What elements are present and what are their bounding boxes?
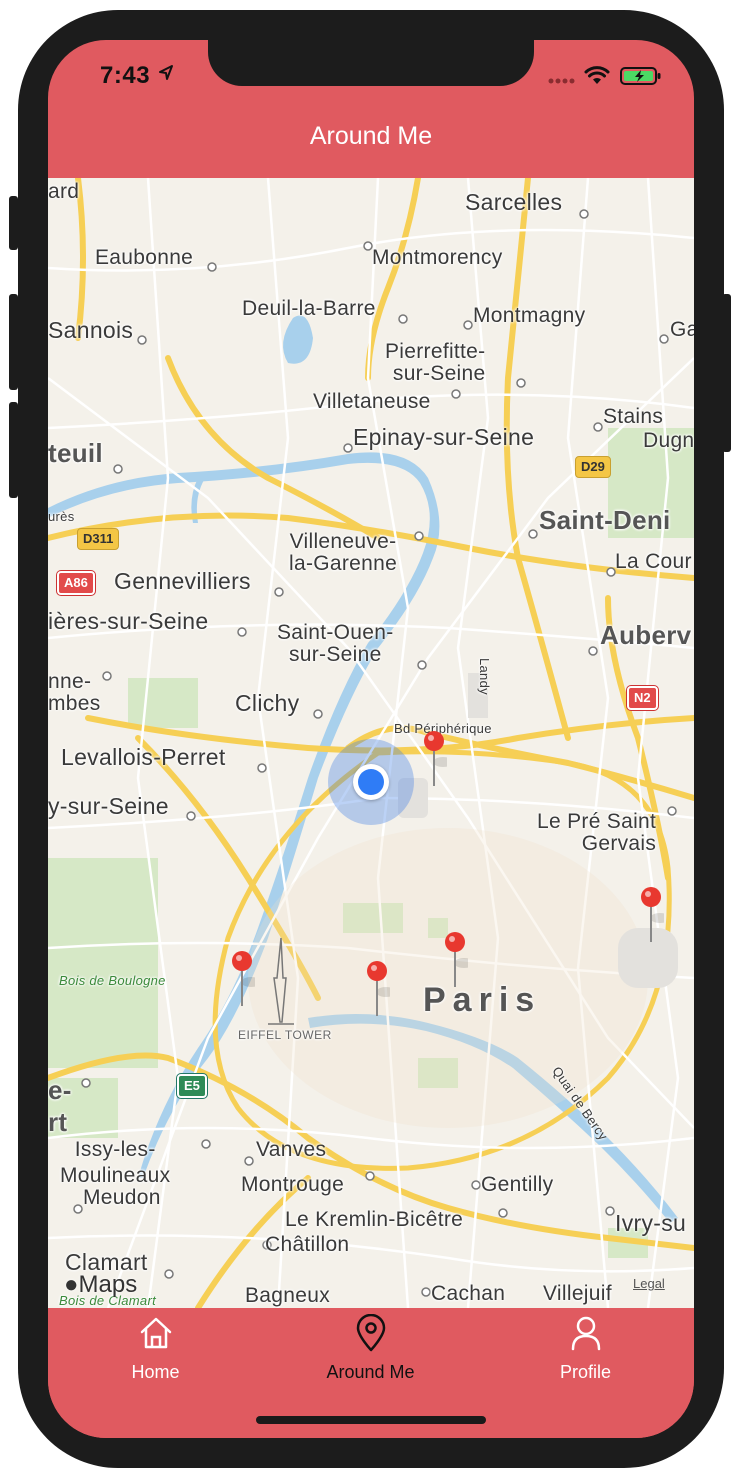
road-shield-d29: D29: [575, 456, 611, 478]
tab-home-label: Home: [131, 1362, 180, 1382]
map-label-villetaneuse: Villetaneuse: [313, 390, 431, 413]
tab-profile-label: Profile: [559, 1362, 612, 1382]
power-button: [722, 294, 731, 452]
tab-profile[interactable]: Profile: [478, 1308, 693, 1398]
road-shield-a86: A86: [57, 571, 95, 595]
map-label-paris: Paris: [423, 981, 542, 1019]
map-label-ga: Ga: [670, 318, 694, 341]
location-arrow-icon: [159, 65, 173, 80]
notch: [208, 40, 534, 86]
tab-around-me-label: Around Me: [326, 1362, 415, 1382]
maps-logo-text: Maps: [78, 1271, 138, 1298]
map-label-sannois: Sannois: [48, 317, 134, 343]
map-pin-1[interactable]: [421, 730, 447, 790]
map-label-meudon: Meudon: [83, 1186, 161, 1209]
mute-switch: [9, 196, 18, 250]
map-label-montrouge: Montrouge: [241, 1173, 345, 1196]
map-pin-4[interactable]: [229, 950, 255, 1010]
map-label-saint-ouen: Saint-Ouen- sur-Seine: [277, 621, 394, 666]
legal-link[interactable]: Legal: [633, 1276, 665, 1291]
map-label-ures: urès: [48, 509, 75, 524]
road-shield-d311: D311: [77, 528, 120, 550]
map-pin-3[interactable]: [442, 931, 468, 991]
status-time: 7:43: [100, 62, 151, 89]
map-label-gennevilliers: Gennevilliers: [114, 568, 251, 594]
map-label-ivry: Ivry-su: [615, 1210, 687, 1236]
road-shield-n2: N2: [627, 686, 658, 710]
map-label-ieres: ières-sur-Seine: [48, 608, 209, 634]
map-label-issy: Issy-les- Moulineaux: [60, 1138, 171, 1187]
map-label-teuil: teuil: [48, 438, 103, 468]
map-label-la-cour: La Cour: [615, 550, 692, 573]
map-label-nne-mbes: nne- mbes: [48, 670, 101, 715]
map-label-y-sur-seine: y-sur-Seine: [48, 793, 169, 819]
user-location-marker: [328, 739, 414, 825]
map-label-clamart: Clamart: [65, 1249, 148, 1275]
navbar-title: Around Me: [309, 122, 433, 150]
home-indicator[interactable]: [256, 1416, 486, 1424]
battery-icon: [620, 67, 661, 85]
map-label-deuil: Deuil-la-Barre: [242, 297, 376, 320]
maps-attribution: ●Maps: [64, 1271, 137, 1299]
map-label-eaubonne: Eaubonne: [95, 246, 194, 269]
map-label-ard: ard: [48, 180, 80, 203]
map-label-villeneuve: Villeneuve- la-Garenne: [289, 530, 398, 575]
map-label-clichy: Clichy: [235, 690, 300, 716]
tab-around-me[interactable]: Around Me: [263, 1308, 478, 1398]
signal-icon: [548, 78, 575, 84]
road-shield-e5: E5: [177, 1074, 207, 1098]
map-label-pierrefitte: Pierrefitte- sur-Seine: [385, 340, 486, 385]
person-icon: [571, 1316, 601, 1351]
screen: 7:43 Around Me ard Sarcelles Eaubonne Mo…: [48, 40, 694, 1438]
map-label-kremlin: Le Kremlin-Bicêtre: [285, 1208, 464, 1231]
map-label-chatillon: Châtillon: [265, 1233, 350, 1256]
map-label-sarcelles: Sarcelles: [465, 189, 563, 215]
map-label-stains: Stains: [603, 405, 664, 428]
map-label-epinay: Epinay-sur-Seine: [353, 424, 535, 450]
map-label-e-rt: e- rt: [48, 1075, 72, 1137]
map-label-auberv: Auberv: [600, 620, 692, 650]
map-label-villejuif: Villejuif: [543, 1282, 612, 1305]
map-label-pre-saint-gervais: Le Pré Saint Gervais: [537, 810, 657, 855]
map-label-bagneux: Bagneux: [245, 1284, 331, 1307]
apple-logo-icon: ●: [64, 1271, 79, 1298]
map-label-montmorency: Montmorency: [372, 246, 503, 269]
volume-down-button: [9, 402, 18, 498]
map-view[interactable]: ard Sarcelles Eaubonne Montmorency Deuil…: [48, 178, 694, 1308]
map-label-montmagny: Montmagny: [473, 304, 586, 327]
home-icon: [140, 1317, 172, 1349]
map-label-saint-denis: Saint-Deni: [539, 505, 671, 535]
wifi-icon: [584, 66, 610, 84]
map-label-levallois: Levallois-Perret: [61, 744, 226, 770]
volume-up-button: [9, 294, 18, 390]
map-label-eiffel-tower: EIFFEL TOWER: [238, 1028, 332, 1042]
map-label-gentilly: Gentilly: [481, 1173, 554, 1196]
map-pin-2[interactable]: [638, 886, 664, 946]
map-label-bois-de-boulogne: Bois de Boulogne: [59, 973, 166, 988]
map-label-landy: Landy: [477, 658, 492, 695]
map-pin-5[interactable]: [364, 960, 390, 1020]
map-label-dugn: Dugn: [643, 429, 694, 452]
tab-home[interactable]: Home: [48, 1308, 263, 1398]
map-label-cachan: Cachan: [431, 1282, 506, 1305]
location-pin-icon: [356, 1314, 386, 1352]
map-label-vanves: Vanves: [256, 1138, 327, 1161]
user-location-dot: [353, 764, 389, 800]
